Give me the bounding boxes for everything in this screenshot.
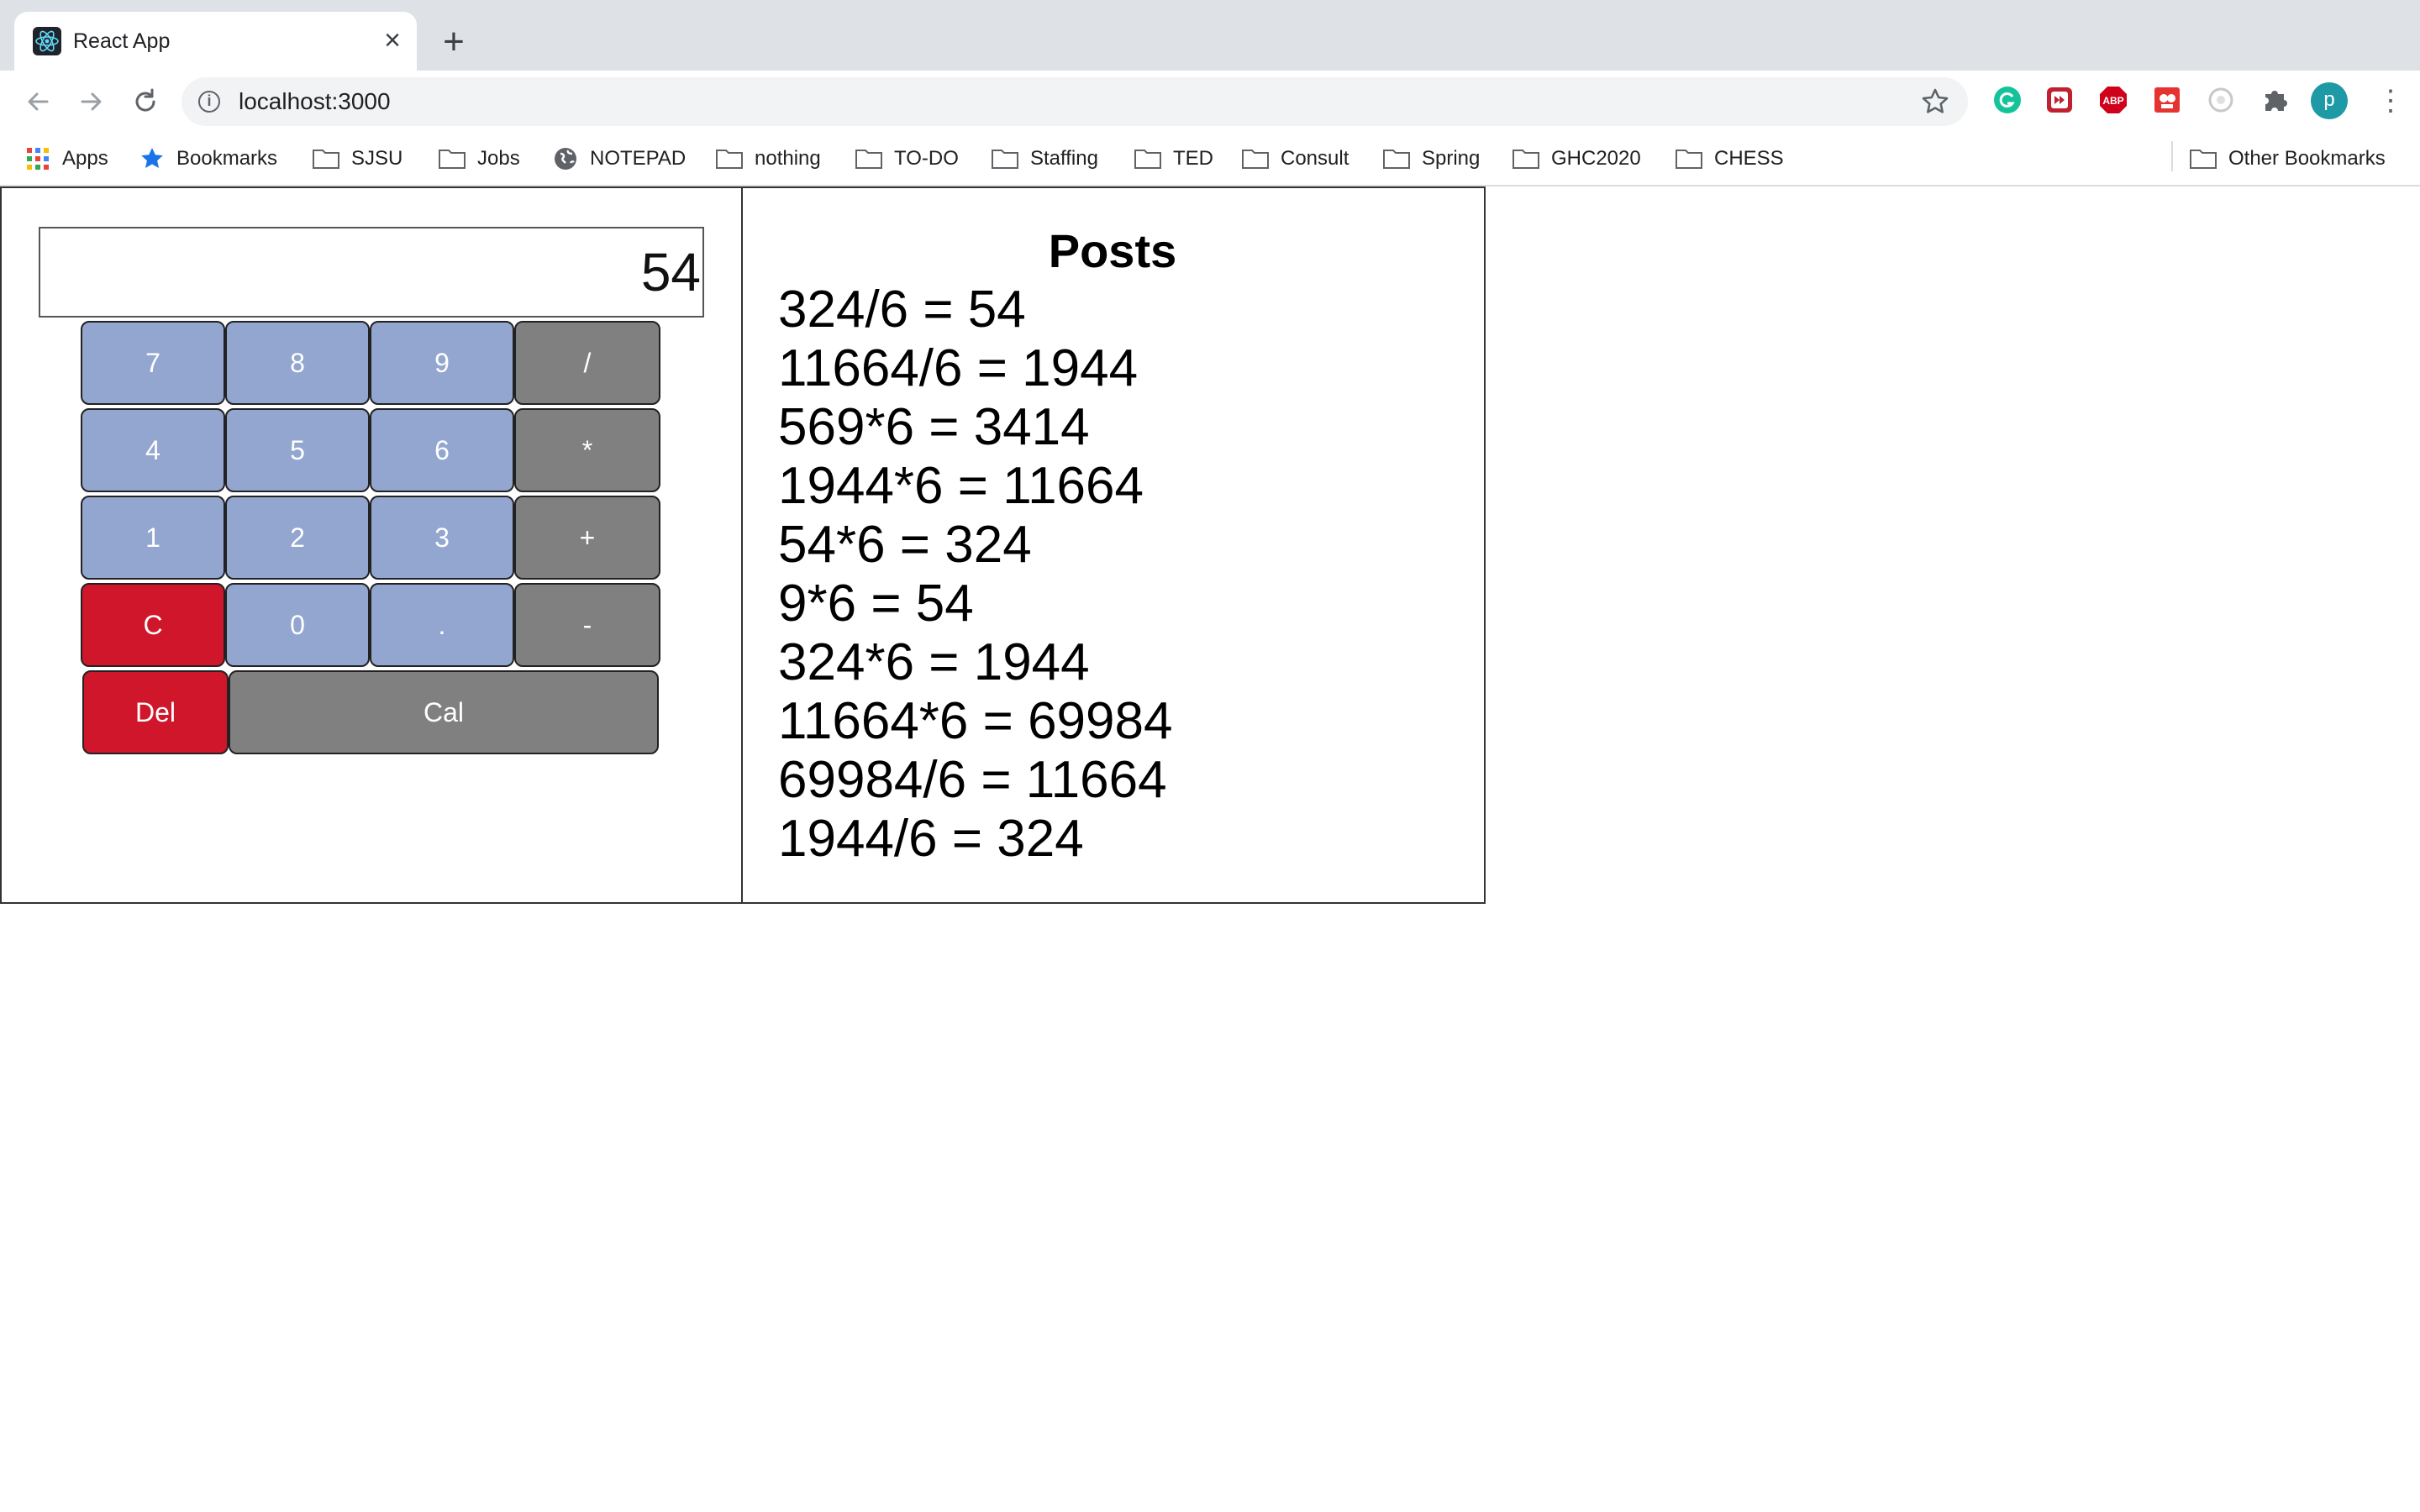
bookmark-label: Consult bbox=[1281, 147, 1349, 170]
bookmark-folder-spring[interactable]: Spring bbox=[1383, 144, 1480, 174]
post-item: 569*6 = 3414 bbox=[778, 398, 1090, 456]
post-item: 54*6 = 324 bbox=[778, 516, 1032, 574]
bookmark-apps[interactable]: Apps bbox=[25, 144, 108, 174]
grammarly-icon[interactable] bbox=[1991, 84, 2023, 116]
globe-icon bbox=[555, 148, 576, 170]
post-item: 11664*6 = 69984 bbox=[778, 692, 1173, 750]
bookmark-folder-chess[interactable]: CHESS bbox=[1676, 144, 1784, 174]
clear-button[interactable]: C bbox=[81, 583, 225, 667]
tab-close-icon[interactable]: × bbox=[377, 25, 408, 55]
bookmark-label: NOTEPAD bbox=[590, 147, 687, 170]
post-item: 1944*6 = 11664 bbox=[778, 457, 1144, 515]
media-extension-icon[interactable] bbox=[2044, 84, 2075, 116]
key-0[interactable]: 0 bbox=[225, 583, 370, 667]
key-decimal[interactable]: . bbox=[370, 583, 514, 667]
url-text[interactable]: localhost:3000 bbox=[239, 88, 391, 115]
posts-heading: Posts bbox=[1048, 224, 1177, 277]
key-2[interactable]: 2 bbox=[225, 496, 370, 580]
folder-icon bbox=[313, 150, 339, 169]
red-extension-icon[interactable] bbox=[2151, 84, 2183, 116]
bookmark-star-icon[interactable] bbox=[1919, 86, 1951, 118]
bookmark-folder-ghc2020[interactable]: GHC2020 bbox=[1512, 144, 1641, 174]
apps-grid-icon bbox=[27, 148, 49, 170]
bookmark-label: Apps bbox=[62, 147, 108, 170]
key-7[interactable]: 7 bbox=[81, 321, 225, 405]
other-bookmarks-label: Other Bookmarks bbox=[2228, 147, 2386, 170]
star-icon bbox=[141, 148, 163, 168]
bookmark-label: Spring bbox=[1422, 147, 1481, 170]
bookmark-folder-jobs[interactable]: Jobs bbox=[439, 144, 520, 174]
folder-icon bbox=[716, 150, 743, 169]
folder-icon bbox=[1134, 150, 1161, 169]
calculator-display[interactable]: 54 bbox=[39, 227, 704, 318]
bookmark-folder-nothing[interactable]: nothing bbox=[716, 144, 821, 174]
bookmark-folder-todo[interactable]: TO-DO bbox=[855, 144, 959, 174]
key-5[interactable]: 5 bbox=[225, 408, 370, 492]
post-item: 1944/6 = 324 bbox=[778, 810, 1084, 868]
post-item: 9*6 = 54 bbox=[778, 575, 974, 633]
folder-icon bbox=[1512, 150, 1539, 169]
site-info-icon[interactable]: i bbox=[198, 91, 220, 113]
folder-icon bbox=[1383, 150, 1410, 169]
calculate-button[interactable]: Cal bbox=[229, 670, 659, 754]
bookmark-folder-sjsu[interactable]: SJSU bbox=[313, 144, 402, 174]
key-minus[interactable]: - bbox=[514, 583, 660, 667]
tab-strip: React App × + bbox=[0, 0, 2420, 71]
bookmarks-divider bbox=[2171, 141, 2173, 171]
forward-arrow-icon[interactable] bbox=[72, 82, 111, 121]
extensions-puzzle-icon[interactable] bbox=[2259, 84, 2291, 116]
tab-title: React App bbox=[73, 29, 171, 53]
key-multiply[interactable]: * bbox=[514, 408, 660, 492]
reload-icon[interactable] bbox=[126, 82, 165, 121]
folder-icon bbox=[992, 150, 1018, 169]
folder-icon bbox=[1242, 150, 1269, 169]
bookmark-folder-staffing[interactable]: Staffing bbox=[992, 144, 1098, 174]
bookmark-label: TO-DO bbox=[894, 147, 959, 170]
post-item: 324*6 = 1944 bbox=[778, 633, 1090, 691]
bookmark-folder-consult[interactable]: Consult bbox=[1242, 144, 1349, 174]
key-6[interactable]: 6 bbox=[370, 408, 514, 492]
address-bar[interactable]: i localhost:3000 bbox=[182, 77, 1968, 126]
bookmark-label: nothing bbox=[755, 147, 821, 170]
folder-icon bbox=[2190, 150, 2217, 169]
post-item: 324/6 = 54 bbox=[778, 281, 1026, 339]
key-1[interactable]: 1 bbox=[81, 496, 225, 580]
bookmarks-bar: Apps Bookmarks SJSU Jobs NOTEPAD nothing… bbox=[0, 133, 2420, 186]
bookmark-label: Jobs bbox=[477, 147, 520, 170]
other-bookmarks[interactable]: Other Bookmarks bbox=[2190, 144, 2386, 174]
delete-button[interactable]: Del bbox=[82, 670, 229, 754]
browser-menu-icon[interactable]: ⋮ bbox=[2376, 84, 2405, 118]
bookmark-label: GHC2020 bbox=[1551, 147, 1641, 170]
post-item: 11664/6 = 1944 bbox=[778, 339, 1139, 397]
react-favicon-icon bbox=[33, 27, 61, 55]
key-8[interactable]: 8 bbox=[225, 321, 370, 405]
gray-extension-icon[interactable] bbox=[2205, 84, 2237, 116]
bookmark-label: SJSU bbox=[351, 147, 403, 170]
bookmark-folder-ted[interactable]: TED bbox=[1134, 144, 1213, 174]
bookmark-bookmarks[interactable]: Bookmarks bbox=[139, 144, 277, 174]
posts-list: 324/6 = 54 11664/6 = 1944 569*6 = 3414 1… bbox=[778, 281, 1172, 869]
bookmark-label: Staffing bbox=[1030, 147, 1098, 170]
key-4[interactable]: 4 bbox=[81, 408, 225, 492]
posts-panel: Posts 324/6 = 54 11664/6 = 1944 569*6 = … bbox=[741, 186, 1486, 904]
folder-icon bbox=[855, 150, 882, 169]
key-3[interactable]: 3 bbox=[370, 496, 514, 580]
folder-icon bbox=[439, 150, 466, 169]
new-tab-button[interactable]: + bbox=[435, 24, 472, 60]
profile-avatar[interactable]: p bbox=[2311, 82, 2348, 119]
bookmark-label: CHESS bbox=[1714, 147, 1784, 170]
adblock-plus-icon[interactable]: ABP bbox=[2097, 84, 2129, 116]
bookmark-label: Bookmarks bbox=[176, 147, 278, 170]
bookmark-label: TED bbox=[1173, 147, 1213, 170]
bookmark-notepad[interactable]: NOTEPAD bbox=[553, 144, 686, 174]
browser-tab[interactable]: React App × bbox=[14, 12, 417, 71]
key-plus[interactable]: + bbox=[514, 496, 660, 580]
calculator-panel: 54 7 8 9 / 4 5 6 * 1 2 3 + C 0 . - Del C… bbox=[0, 186, 743, 904]
folder-icon bbox=[1676, 150, 1702, 169]
post-item: 69984/6 = 11664 bbox=[778, 751, 1167, 809]
svg-text:ABP: ABP bbox=[2102, 95, 2123, 107]
key-9[interactable]: 9 bbox=[370, 321, 514, 405]
key-divide[interactable]: / bbox=[514, 321, 660, 405]
back-arrow-icon[interactable] bbox=[18, 82, 57, 121]
